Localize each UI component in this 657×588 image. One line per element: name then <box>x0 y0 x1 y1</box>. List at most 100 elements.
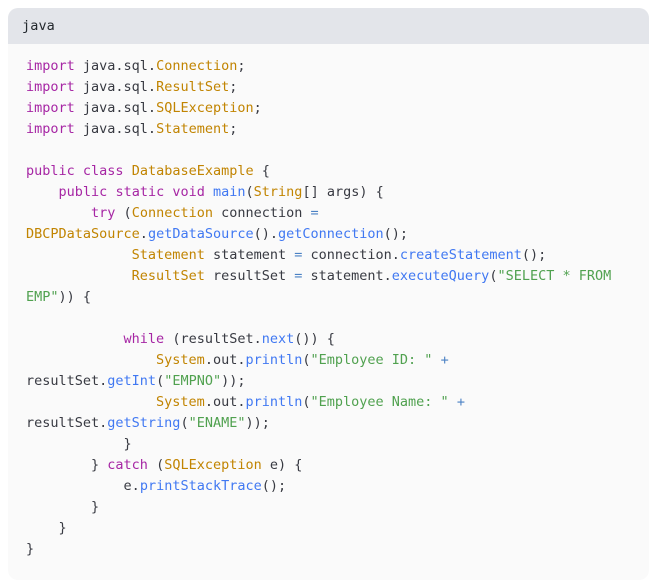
code-token-punct: ; <box>229 79 238 95</box>
code-token-class: Connection <box>156 58 238 74</box>
code-token-punct: )); <box>221 373 246 389</box>
code-token-plain: (resultSet. <box>164 331 262 347</box>
code-token-function: main <box>213 184 246 200</box>
code-line: public class DatabaseExample { <box>26 163 270 179</box>
code-token-plain: connection <box>212 205 311 221</box>
code-token-punct: (); <box>383 226 409 242</box>
code-token-keyword: static <box>115 184 165 200</box>
code-token-punct: ( <box>147 457 165 473</box>
code-token-string: "ENAME" <box>188 415 246 431</box>
code-token-plain: resultSet <box>204 268 295 284</box>
code-token-plain: statement <box>204 247 295 263</box>
code-token-class: Statement <box>131 247 205 263</box>
code-token-function: println <box>245 352 303 368</box>
code-token-keyword: import <box>26 58 75 74</box>
code-token-class: ResultSet <box>156 79 230 95</box>
code-line: } catch (SQLException e) { <box>26 457 302 473</box>
code-token-punct: } <box>26 436 132 452</box>
code-token-class: System <box>156 352 205 368</box>
code-token-class: DatabaseExample <box>131 163 254 179</box>
code-token-keyword: class <box>82 163 124 179</box>
code-token-punct: ( <box>180 415 189 431</box>
code-line: System.out.println("Employee Name: " + r… <box>26 394 473 431</box>
code-token-punct: ()) { <box>294 331 335 347</box>
code-line: } <box>26 541 34 557</box>
code-token-keyword: public <box>26 163 75 179</box>
code-token-keyword: import <box>26 100 75 116</box>
code-line: } <box>26 520 67 536</box>
code-token-punct: } <box>26 499 100 515</box>
code-token-function: createStatement <box>399 247 522 263</box>
code-token-class: String <box>253 184 303 200</box>
code-token-function: println <box>245 394 303 410</box>
code-token-punct: } <box>26 541 35 557</box>
code-content[interactable]: import java.sql.Connection; import java.… <box>26 56 639 560</box>
code-token-class: SQLException <box>164 457 262 473</box>
code-token-punct: (); <box>261 478 287 494</box>
code-token-plain: java.sql. <box>74 121 157 137</box>
code-line: Statement statement = connection.createS… <box>26 247 547 263</box>
code-token-function: executeQuery <box>391 268 490 284</box>
code-token-punct: )) { <box>58 289 92 305</box>
code-line: import java.sql.SQLException; <box>26 100 262 116</box>
code-token-punct: )); <box>245 415 270 431</box>
code-token-function: getString <box>107 415 181 431</box>
code-token-keyword: import <box>26 121 75 137</box>
code-line: } <box>26 499 99 515</box>
code-token-class: Connection <box>131 205 213 221</box>
code-token-function: getInt <box>107 373 157 389</box>
code-token-punct: . <box>139 226 148 242</box>
code-line: while (resultSet.next()) { <box>26 331 335 347</box>
code-token-punct: (). <box>253 226 278 242</box>
code-token-plain: java.sql. <box>74 79 157 95</box>
code-line: } <box>26 436 132 452</box>
code-token-class: SQLException <box>156 100 254 116</box>
code-token-operator: + <box>440 352 449 368</box>
code-token-punct: ( <box>302 352 311 368</box>
code-token-keyword: public <box>58 184 108 200</box>
code-token-string: "EMPNO" <box>164 373 222 389</box>
code-line: import java.sql.Connection; <box>26 58 245 74</box>
code-token-string: "Employee Name: " <box>310 394 449 410</box>
code-token-function: getDataSource <box>147 226 254 242</box>
code-token-punct: ; <box>237 58 246 74</box>
code-token-punct: ( <box>302 394 311 410</box>
code-token-punct: (); <box>521 247 547 263</box>
code-token-plain: connection. <box>302 247 400 263</box>
code-token-plain: java.sql. <box>74 100 157 116</box>
code-token-punct: [] args) { <box>302 184 384 200</box>
code-line: import java.sql.Statement; <box>26 121 237 137</box>
code-line: import java.sql.ResultSet; <box>26 79 237 95</box>
code-token-function: next <box>261 331 295 347</box>
code-token-class: DBCPDataSource <box>26 226 140 242</box>
code-token-keyword: catch <box>107 457 148 473</box>
code-token-keyword: void <box>172 184 205 200</box>
code-line: e.printStackTrace(); <box>26 478 287 494</box>
code-token-keyword: import <box>26 79 75 95</box>
code-token-plain: e. <box>26 478 140 494</box>
code-token-operator: = <box>310 205 319 221</box>
code-token-punct: ( <box>156 373 165 389</box>
code-token-plain: .out. <box>204 352 246 368</box>
code-token-plain: statement. <box>302 268 392 284</box>
code-token-punct: ( <box>115 205 132 221</box>
code-token-punct: { <box>253 163 270 179</box>
code-token-punct: ; <box>229 121 238 137</box>
code-token-class: ResultSet <box>131 268 205 284</box>
code-token-punct: } <box>26 520 67 536</box>
code-line: try (Connection connection = DBCPDataSou… <box>26 205 408 242</box>
code-token-punct: ; <box>253 100 262 116</box>
code-block-card: java import java.sql.Connection; import … <box>8 8 649 580</box>
code-token-plain: .out. <box>204 394 246 410</box>
code-token-class: System <box>156 394 205 410</box>
code-token-keyword: try <box>91 205 116 221</box>
